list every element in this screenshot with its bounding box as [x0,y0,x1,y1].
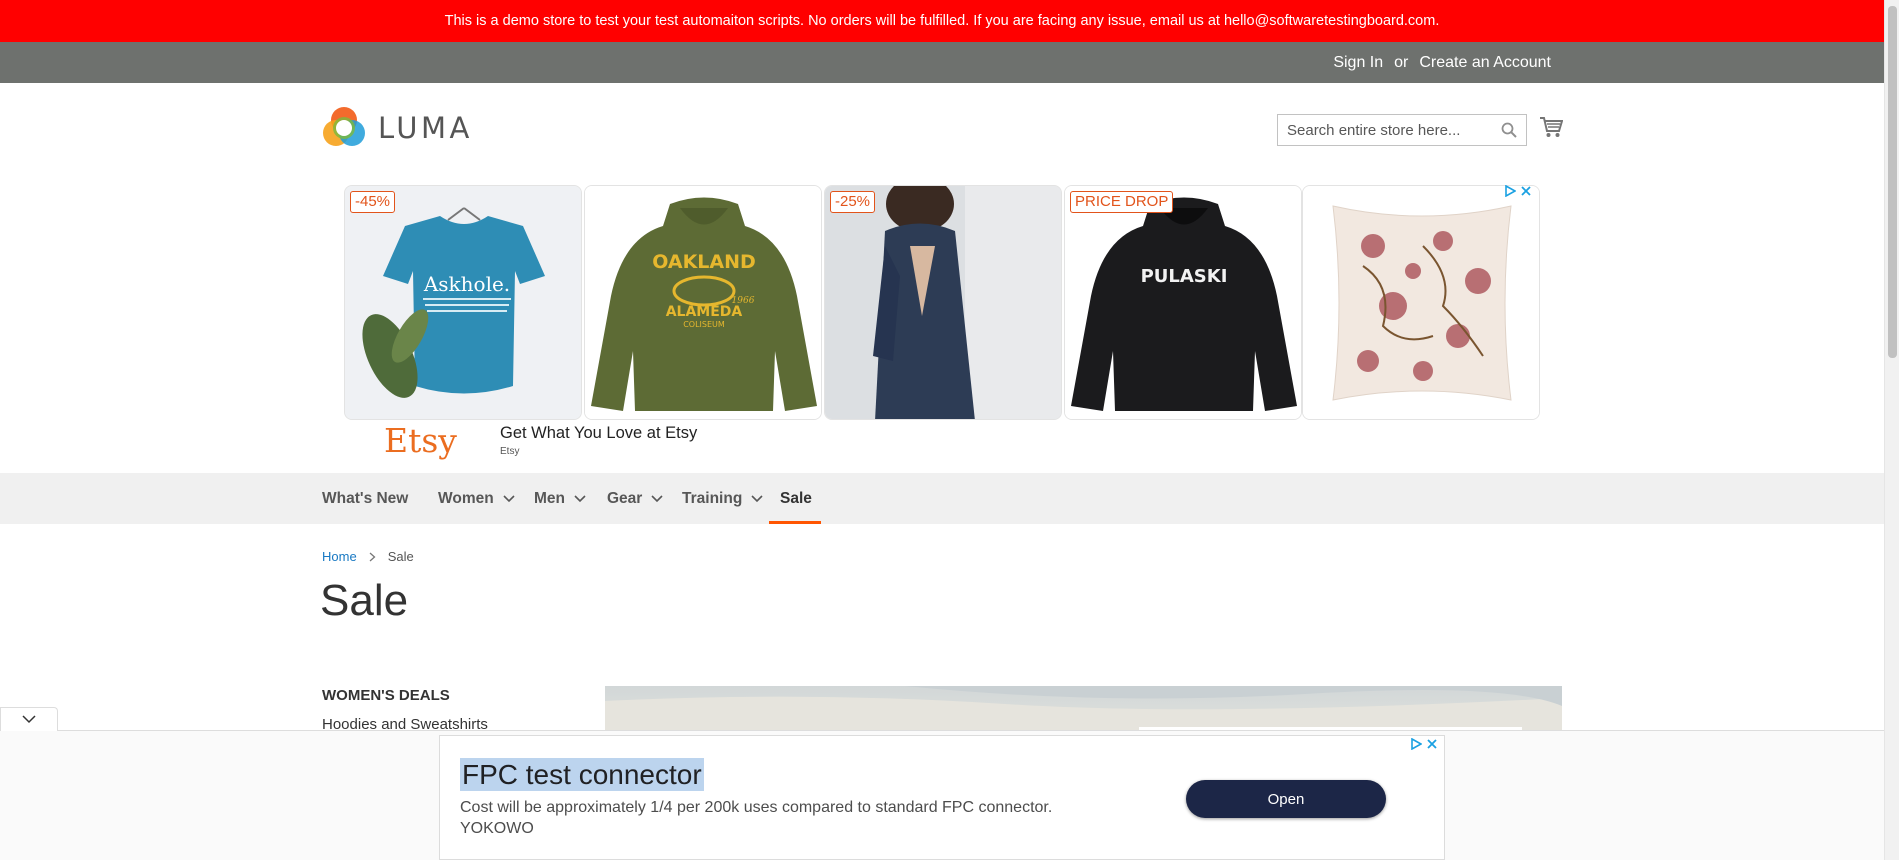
sign-in-link[interactable]: Sign In [1333,54,1383,72]
close-ad-icon[interactable] [1520,185,1532,197]
ad-tile-tshirt[interactable]: Askhole. -45% [344,185,582,420]
active-nav-indicator [769,521,821,524]
etsy-logo: Etsy [384,421,457,460]
hoodie-print: PULASKI [1141,266,1228,287]
ad-choices-icon[interactable] [1410,738,1422,750]
breadcrumb-home-link[interactable]: Home [322,549,357,564]
panel-header: Sign In or Create an Account [0,42,1884,83]
page-title: Sale [320,576,409,625]
search-box [1277,114,1527,146]
nav-item-label: Gear [607,489,643,507]
breadcrumb-current: Sale [387,549,414,564]
nav-item-training[interactable]: Training [682,473,763,524]
ad-advertiser: Etsy [500,446,520,457]
ad-tile-oakland-hoodie[interactable]: OAKLAND ALAMEDA COLISEUM 1966 [584,185,822,420]
discount-badge: -25% [830,191,876,213]
nav-item-women[interactable]: Women [438,473,515,524]
main-nav: What's New Women Men Gear Training Sale [0,473,1884,524]
nav-item-label: Women [438,489,494,507]
pillow-image [1303,186,1539,419]
nav-item-label: Sale [780,489,812,507]
anchor-ad[interactable]: FPC test connector Cost will be approxim… [439,735,1445,860]
hoodie-print-line3: COLISEUM [683,320,725,329]
chevron-down-icon [751,494,763,502]
ad-advertiser-name: YOKOWO [460,820,534,837]
ad-headline[interactable]: Get What You Love at Etsy [500,424,697,443]
close-ad-icon[interactable] [1426,738,1438,750]
hoodie-print-line2: ALAMEDA [666,304,743,320]
chevron-down-icon [503,494,515,502]
oakland-hoodie-image: OAKLAND ALAMEDA COLISEUM 1966 [585,186,821,419]
ad-title[interactable]: FPC test connector [460,758,704,791]
ad-description-text: Cost will be approximately 1/4 per 200k … [460,799,1053,816]
chevron-down-icon [651,494,663,502]
cart-icon[interactable] [1539,116,1563,138]
ad-description: Cost will be approximately 1/4 per 200k … [460,797,1120,839]
collapse-ad-button[interactable] [0,707,58,731]
create-account-link[interactable]: Create an Account [1419,54,1551,72]
search-icon[interactable] [1501,122,1517,138]
tshirt-print: Askhole. [423,272,510,296]
tshirt-image: Askhole. [345,186,581,419]
nav-item-men[interactable]: Men [534,473,586,524]
discount-badge: -45% [350,191,396,213]
search-input[interactable] [1278,115,1478,145]
nav-item-sale[interactable]: Sale [780,473,812,524]
chevron-down-icon [22,715,36,724]
hoodie-print-line1: OAKLAND [652,251,756,273]
ad-tile-pillow[interactable] [1302,185,1540,420]
scrollbar-thumb[interactable] [1888,6,1897,358]
hero-sky-image [605,686,1562,730]
page-scrollbar[interactable] [1884,0,1899,860]
ad-choices[interactable] [1504,185,1532,197]
ad-choices[interactable] [1410,738,1438,750]
breadcrumb: Home Sale [322,549,414,564]
demo-notice: This is a demo store to test your test a… [0,0,1884,42]
ad-choices-icon[interactable] [1504,185,1516,197]
nav-item-label: Training [682,489,743,507]
ad-tile-robe[interactable]: -25% [824,185,1062,420]
price-drop-badge: PRICE DROP [1070,191,1174,213]
demo-notice-text: This is a demo store to test your test a… [444,13,1440,29]
chevron-right-icon [369,552,376,561]
or-separator: or [1394,53,1409,71]
ad-tile-pulaski-hoodie[interactable]: PULASKI PRICE DROP [1064,185,1302,420]
nav-item-label: What's New [322,489,409,507]
chevron-down-icon [574,494,586,502]
nav-item-whats-new[interactable]: What's New [322,473,408,524]
ad-open-button[interactable]: Open [1186,780,1386,818]
luma-logo-icon [323,107,365,146]
robe-image [825,186,1061,419]
luma-logo[interactable]: LUMA [322,106,473,150]
ad-banner[interactable]: Askhole. -45% OAKLAND ALAMEDA COLISEUM 1… [344,185,1540,460]
sidebar-heading: Women's Deals [322,687,450,704]
hoodie-print-year: 1966 [732,296,755,306]
sale-hero-banner[interactable] [605,686,1562,730]
header-links: Sign In or Create an Account [1333,42,1551,83]
nav-item-gear[interactable]: Gear [607,473,663,524]
nav-item-label: Men [534,489,565,507]
pulaski-hoodie-image: PULASKI [1065,186,1301,419]
logo-text: LUMA [378,111,473,145]
